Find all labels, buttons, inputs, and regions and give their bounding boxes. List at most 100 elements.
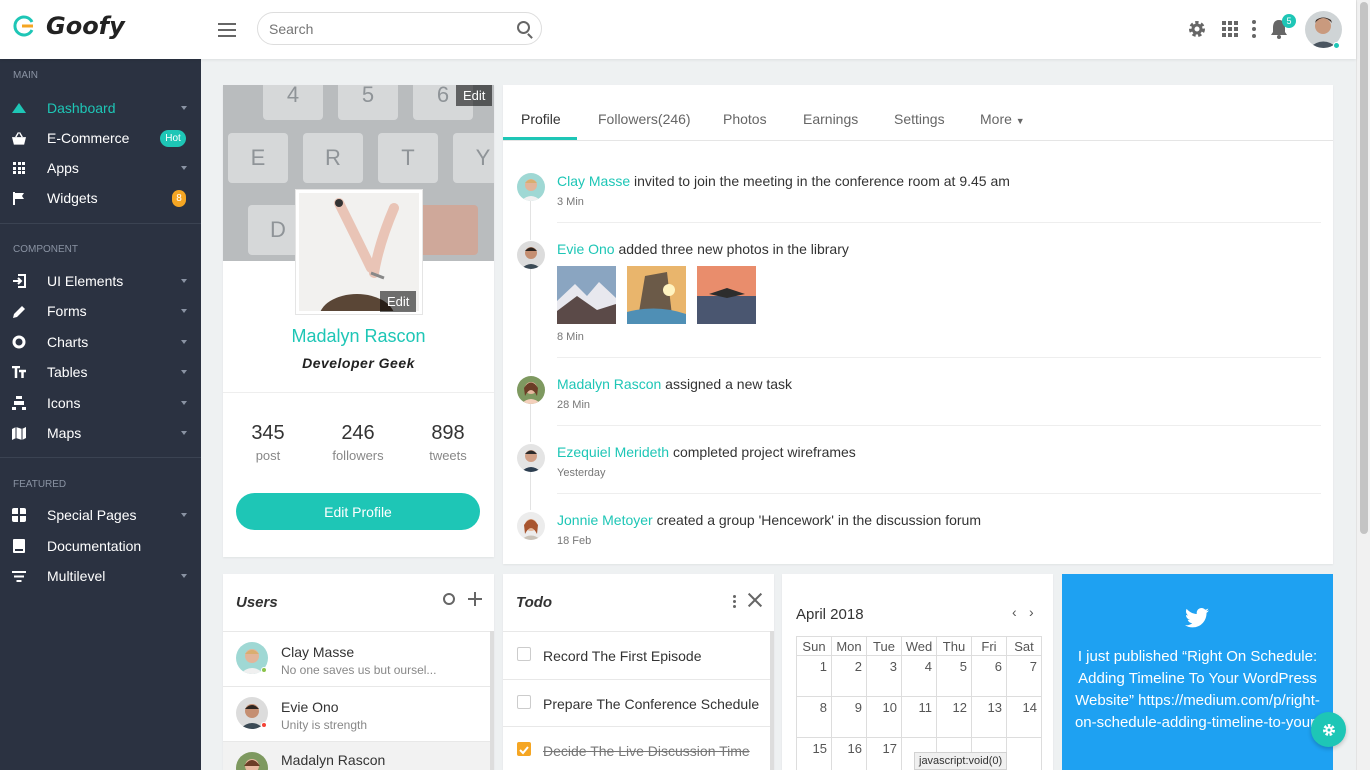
- logo-icon: [13, 15, 34, 37]
- library-photo[interactable]: [557, 266, 616, 324]
- user-row[interactable]: Evie Ono Unity is strength: [223, 686, 490, 741]
- settings-fab-button[interactable]: [1311, 712, 1346, 747]
- logo[interactable]: Goofy: [12, 12, 125, 40]
- tab-settings[interactable]: Settings: [894, 111, 945, 127]
- icons-icon: [12, 396, 26, 410]
- scrollbar-thumb[interactable]: [1360, 2, 1368, 534]
- sidebar-item-ecommerce[interactable]: E-Commerce Hot: [0, 123, 201, 153]
- apps-grid-icon[interactable]: [1219, 18, 1241, 40]
- sidebar-item-icons[interactable]: Icons: [0, 388, 201, 418]
- book-icon: [12, 539, 26, 553]
- chevron-down-icon: [181, 370, 187, 374]
- top-bar: Goofy: [0, 0, 1356, 59]
- search-icon[interactable]: [517, 21, 530, 34]
- todo-checkbox[interactable]: [517, 647, 531, 661]
- activity-user-link[interactable]: Jonnie Metoyer: [557, 512, 653, 528]
- todo-title: Todo: [516, 594, 553, 611]
- more-vertical-icon[interactable]: [733, 595, 736, 608]
- calendar-day[interactable]: 10: [866, 696, 902, 738]
- online-status-dot: [1333, 42, 1340, 49]
- stat-label: post: [255, 448, 281, 463]
- calendar-day[interactable]: 13: [971, 696, 1007, 738]
- calendar-day-header: Tue: [866, 636, 902, 656]
- calendar-day[interactable]: 11: [901, 696, 937, 738]
- calendar-day[interactable]: 3: [866, 655, 902, 697]
- sidebar-item-charts[interactable]: Charts: [0, 327, 201, 357]
- sidebar-item-documentation[interactable]: Documentation: [0, 531, 201, 561]
- search-input[interactable]: [257, 12, 542, 45]
- calendar-day[interactable]: 2: [831, 655, 867, 697]
- calendar-day[interactable]: 5: [936, 655, 972, 697]
- todo-item[interactable]: Record The First Episode: [503, 631, 770, 678]
- sidebar-item-maps[interactable]: Maps: [0, 418, 201, 448]
- sidebar-item-special-pages[interactable]: Special Pages: [0, 500, 201, 530]
- tab-more[interactable]: More ▼: [980, 111, 1025, 127]
- calendar-day[interactable]: 4: [901, 655, 937, 697]
- calendar-day[interactable]: 14: [1006, 696, 1042, 738]
- profile-role: Developer Geek: [302, 355, 415, 371]
- sidebar-divider: [0, 457, 201, 458]
- activity-user-link[interactable]: Evie Ono: [557, 241, 615, 257]
- library-photo[interactable]: [627, 266, 686, 324]
- sidebar-item-apps[interactable]: Apps: [0, 153, 201, 183]
- calendar-day[interactable]: 12: [936, 696, 972, 738]
- user-row[interactable]: Clay Masse No one saves us but oursel...: [223, 631, 490, 686]
- calendar-day[interactable]: 17: [866, 737, 902, 770]
- sidebar-item-widgets[interactable]: Widgets 8: [0, 183, 201, 213]
- calendar-day[interactable]: 16: [831, 737, 867, 770]
- more-vertical-icon[interactable]: [1243, 18, 1265, 40]
- activity-text: added three new photos in the library: [618, 241, 849, 257]
- user-row[interactable]: Madalyn Rascon: [223, 741, 490, 770]
- avatar[interactable]: [517, 241, 545, 269]
- add-icon[interactable]: [468, 592, 482, 606]
- todo-label: Record The First Episode: [543, 648, 702, 664]
- caret-down-icon: ▼: [1015, 116, 1025, 126]
- sidebar-item-ui-elements[interactable]: UI Elements: [0, 266, 201, 296]
- avatar[interactable]: [517, 173, 545, 201]
- page-scrollbar[interactable]: [1356, 0, 1370, 770]
- tab-photos[interactable]: Photos: [723, 111, 767, 127]
- menu-toggle-icon[interactable]: [218, 23, 236, 37]
- sidebar-item-tables[interactable]: Tables: [0, 357, 201, 387]
- calendar-day[interactable]: [1006, 737, 1042, 770]
- sidebar: MAIN Dashboard E-Commerce Hot Apps Widge…: [0, 59, 201, 770]
- calendar-day[interactable]: 1: [796, 655, 832, 697]
- users-scrollbar[interactable]: [490, 631, 494, 770]
- todo-item[interactable]: Decide The Live Discussion Time: [503, 726, 770, 770]
- pages-icon: [12, 508, 26, 522]
- sidebar-item-label: Charts: [47, 334, 89, 350]
- calendar-day[interactable]: 7: [1006, 655, 1042, 697]
- search-icon[interactable]: [443, 593, 455, 605]
- sidebar-item-label: Tables: [47, 364, 88, 380]
- tab-profile[interactable]: Profile: [521, 111, 561, 127]
- gear-icon[interactable]: [1186, 18, 1208, 40]
- tab-followers[interactable]: Followers(246): [598, 111, 691, 127]
- chevron-left-icon[interactable]: ‹: [1012, 604, 1017, 620]
- edit-cover-button[interactable]: Edit: [456, 85, 493, 106]
- basket-icon: [12, 131, 26, 145]
- sidebar-item-dashboard[interactable]: Dashboard: [0, 93, 201, 123]
- close-icon[interactable]: [747, 592, 763, 608]
- calendar-day[interactable]: 6: [971, 655, 1007, 697]
- sidebar-item-multilevel[interactable]: Multilevel: [0, 561, 201, 591]
- avatar[interactable]: [517, 376, 545, 404]
- avatar[interactable]: [517, 444, 545, 472]
- activity-user-link[interactable]: Madalyn Rascon: [557, 376, 661, 392]
- activity-user-link[interactable]: Ezequiel Merideth: [557, 444, 669, 460]
- chevron-right-icon[interactable]: ›: [1029, 604, 1034, 620]
- todo-checkbox[interactable]: [517, 695, 531, 709]
- todo-item[interactable]: Prepare The Conference Schedule: [503, 679, 770, 726]
- calendar-day[interactable]: 15: [796, 737, 832, 770]
- edit-profile-button[interactable]: Edit Profile: [236, 493, 480, 530]
- avatar[interactable]: [517, 512, 545, 540]
- activity-user-link[interactable]: Clay Masse: [557, 173, 630, 189]
- todo-checkbox-checked[interactable]: [517, 742, 531, 756]
- edit-picture-button[interactable]: Edit: [380, 291, 417, 312]
- sidebar-item-forms[interactable]: Forms: [0, 296, 201, 326]
- calendar-day[interactable]: 8: [796, 696, 832, 738]
- library-photo[interactable]: [697, 266, 756, 324]
- todo-scrollbar[interactable]: [770, 631, 774, 770]
- avatar: [236, 752, 268, 770]
- tab-earnings[interactable]: Earnings: [803, 111, 858, 127]
- calendar-day[interactable]: 9: [831, 696, 867, 738]
